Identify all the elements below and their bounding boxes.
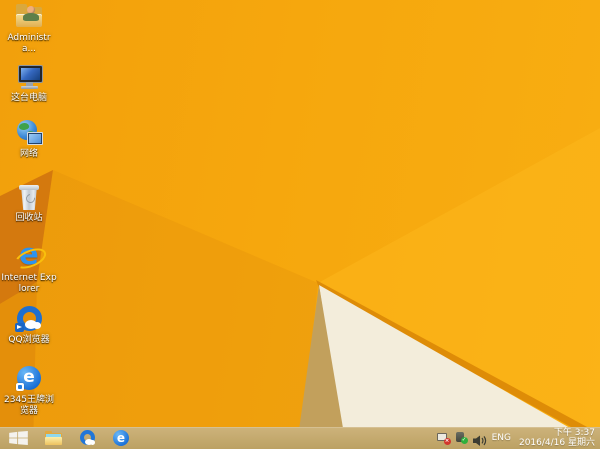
qq-browser-icon [79,430,96,446]
green-check-badge: ✓ [460,437,468,444]
speaker-glyph [472,435,486,446]
desktop-icon-label: Administra... [7,33,51,54]
taskbar-2345-browser-button[interactable]: e [106,427,136,449]
start-button[interactable] [0,427,36,449]
2345-browser-icon: e [113,430,129,446]
windows-logo-icon [8,431,28,445]
computer-icon [14,63,44,91]
system-tray: × ✓ ENG 下午 3:37 2016/4/16 星期六 [436,427,600,449]
qq-browser-icon [14,305,44,333]
volume-icon[interactable] [472,432,487,446]
taskbar-file-explorer-button[interactable] [38,427,68,449]
clock-date: 2016/4/16 星期六 [518,438,595,448]
recycle-bin-icon [14,183,44,211]
language-indicator[interactable]: ENG [492,433,511,443]
taskbar-qq-browser-button[interactable] [72,427,102,449]
user-folder-icon [14,3,44,31]
desktop-icon-2345-browser[interactable]: e 2345王牌浏览器 [0,365,58,417]
network-globe-icon [14,119,44,147]
security-check-icon[interactable]: ✓ [455,432,468,444]
file-explorer-icon [44,430,62,445]
desktop-icon-network[interactable]: 网络 [0,119,58,160]
desktop-icon-label: 回收站 [15,213,43,223]
desktop-icon-label: 这台电脑 [10,93,47,103]
desktop-icon-label: QQ浏览器 [8,335,50,345]
clock[interactable]: 下午 3:37 2016/4/16 星期六 [519,428,595,448]
windows-desktop: Administra... 这台电脑 网络 回收站 e Internet Exp… [0,0,600,449]
desktop-icon-this-pc[interactable]: 这台电脑 [0,63,58,104]
network-status-icon[interactable]: × [436,432,451,445]
2345-browser-icon: e [14,365,44,393]
desktop-icon-qq-browser[interactable]: QQ浏览器 [0,305,58,346]
desktop-icon-internet-explorer[interactable]: e Internet Explorer [0,237,58,295]
network-error-badge: × [443,437,451,445]
desktop-icon-label: 网络 [19,149,38,159]
desktop-icon-label: 2345王牌浏览器 [4,395,54,416]
taskbar: e × ✓ ENG 下午 3:37 2016/4/16 星期六 [0,427,600,449]
clock-time: 下午 3:37 [553,428,595,438]
desktop-icon-administrator[interactable]: Administra... [0,3,58,55]
desktop-icon-recycle-bin[interactable]: 回收站 [0,183,58,224]
internet-explorer-icon: e [12,237,49,273]
desktop-icon-label: Internet Explorer [1,273,57,294]
